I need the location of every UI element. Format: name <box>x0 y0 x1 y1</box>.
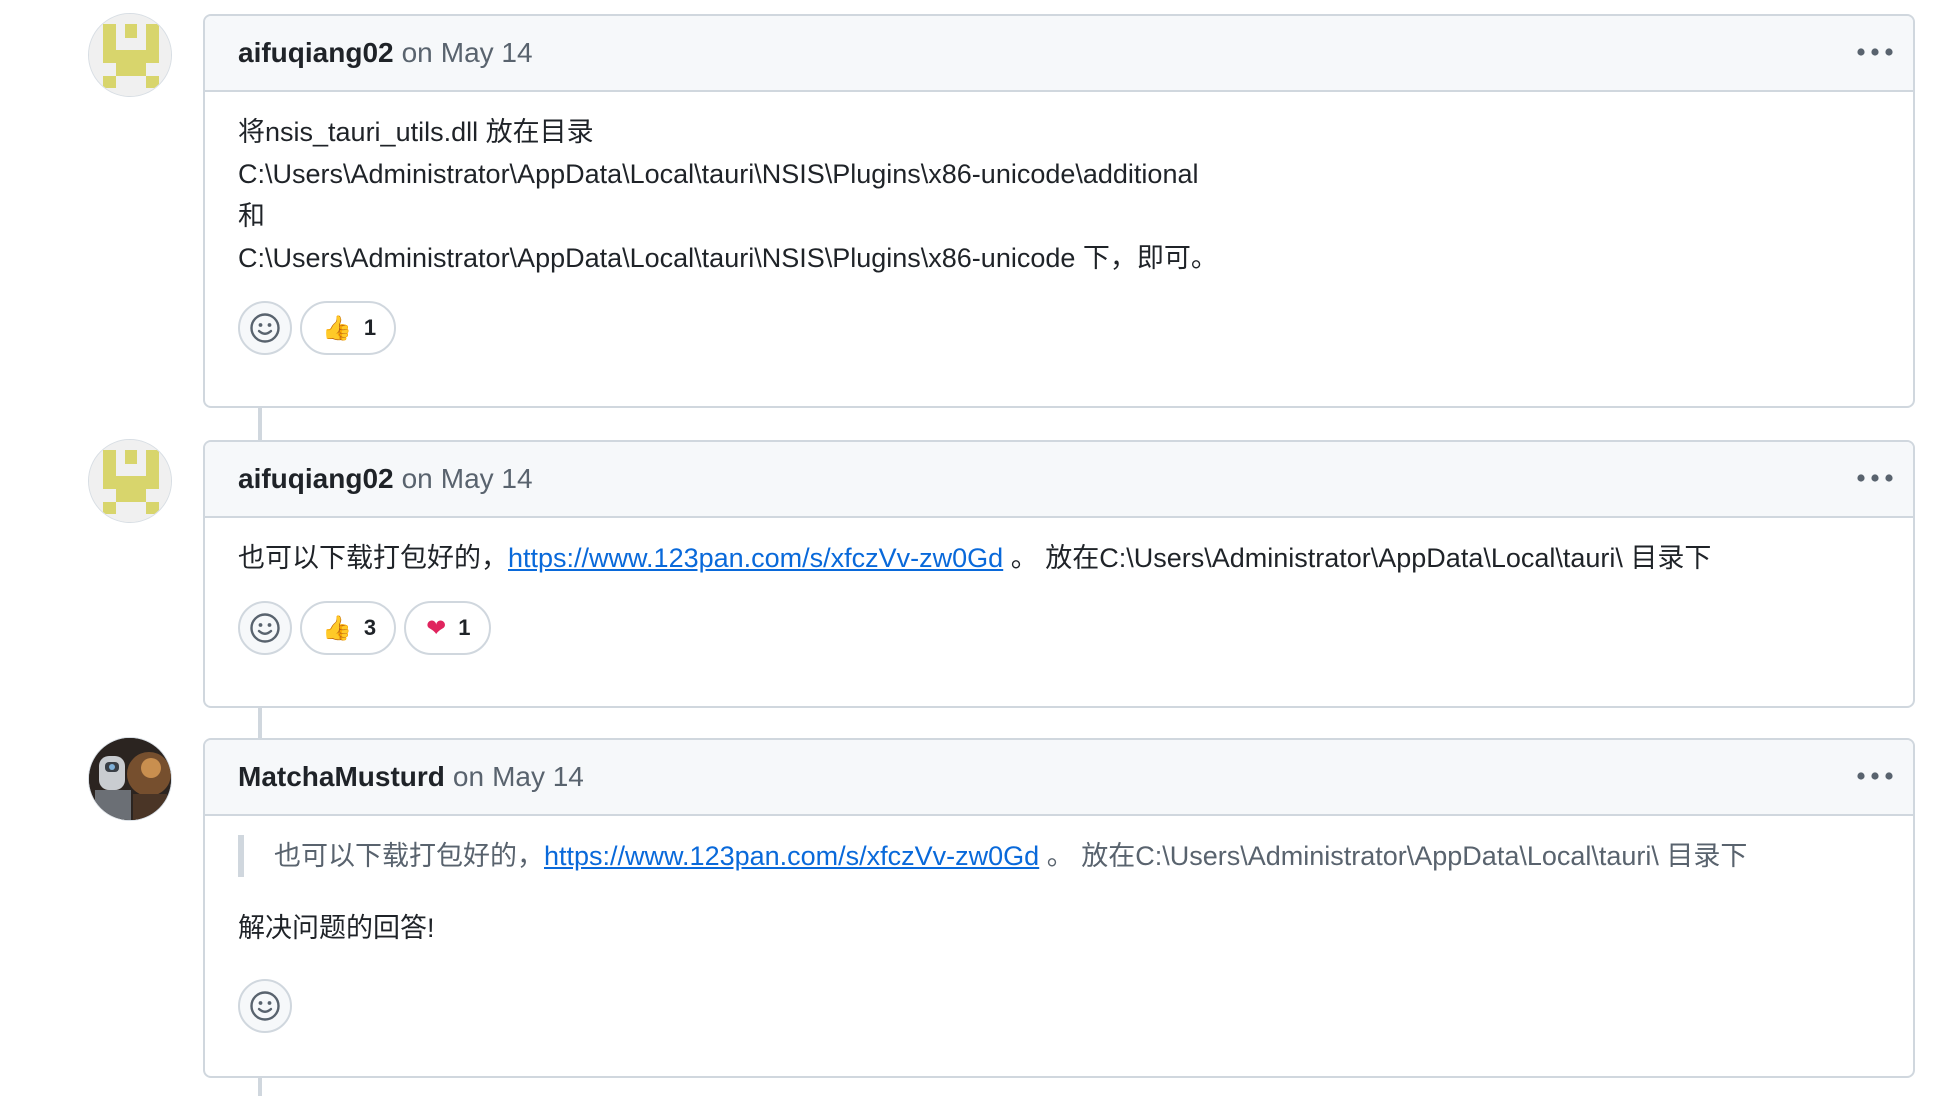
heart-icon: ❤ <box>426 614 447 642</box>
author-link[interactable]: aifuqiang02 <box>238 37 394 69</box>
comment-date[interactable]: May 14 <box>441 37 533 69</box>
comment-body: 也可以下载打包好的，https://www.123pan.com/s/xfczV… <box>205 816 1913 1033</box>
kebab-horizontal-icon <box>1857 772 1893 780</box>
comment-date[interactable]: May 14 <box>492 761 584 793</box>
body-paragraph: 也可以下载打包好的，https://www.123pan.com/s/xfczV… <box>238 537 1880 579</box>
smiley-icon <box>250 991 280 1021</box>
comment-menu-button[interactable] <box>1853 460 1897 496</box>
quoted-download-link[interactable]: https://www.123pan.com/s/xfczVv-zw0Gd <box>544 841 1039 871</box>
comment-menu-button[interactable] <box>1853 34 1897 70</box>
on-label: on <box>401 37 433 68</box>
reaction-thumbs-up-button[interactable]: 👍 3 <box>300 601 397 655</box>
reactions-bar: 👍 3 ❤ 1 <box>238 601 1880 655</box>
discussion-timeline: aifuqiang02 on May 14 将nsis_tauri_utils.… <box>0 0 1956 1096</box>
body-text-line: 和 <box>238 201 265 231</box>
on-label: on <box>401 463 433 494</box>
reaction-heart-button[interactable]: ❤ 1 <box>404 601 491 655</box>
author-link[interactable]: aifuqiang02 <box>238 463 394 495</box>
user-photo-avatar-icon <box>89 738 171 820</box>
quote-text: 也可以下载打包好的， <box>274 841 544 871</box>
comment-body: 将nsis_tauri_utils.dll 放在目录 C:\Users\Admi… <box>205 92 1913 355</box>
reaction-count: 3 <box>363 615 377 640</box>
reactions-bar <box>238 979 1880 1033</box>
comment-header: MatchaMusturd on May 14 <box>205 740 1913 816</box>
smiley-icon <box>250 613 280 643</box>
blockquote: 也可以下载打包好的，https://www.123pan.com/s/xfczV… <box>238 835 1880 877</box>
avatar[interactable] <box>88 439 172 523</box>
comment-body: 也可以下载打包好的，https://www.123pan.com/s/xfczV… <box>205 518 1913 655</box>
quote-text: 。 放在C:\Users\Administrator\AppData\Local… <box>1039 841 1748 871</box>
comment-card: aifuqiang02 on May 14 将nsis_tauri_utils.… <box>203 14 1915 408</box>
reaction-thumbs-up-button[interactable]: 👍 1 <box>300 301 397 355</box>
kebab-horizontal-icon <box>1857 474 1893 482</box>
thumbs-up-icon: 👍 <box>322 614 352 642</box>
comment-menu-button[interactable] <box>1853 758 1897 794</box>
reactions-bar: 👍 1 <box>238 301 1880 355</box>
kebab-horizontal-icon <box>1857 48 1893 56</box>
add-reaction-button[interactable] <box>238 301 292 355</box>
body-text: 也可以下载打包好的， <box>238 543 508 573</box>
on-label: on <box>452 761 485 792</box>
identicon-avatar-icon <box>89 14 171 96</box>
thumbs-up-icon: 👍 <box>322 314 352 342</box>
body-text: 。 放在C:\Users\Administrator\AppData\Local… <box>1003 543 1712 573</box>
comment-header: aifuqiang02 on May 14 <box>205 442 1913 518</box>
author-link[interactable]: MatchaMusturd <box>238 761 445 793</box>
body-text-line: C:\Users\Administrator\AppData\Local\tau… <box>238 159 1199 189</box>
identicon-avatar-icon <box>89 440 171 522</box>
body-text-line: 将nsis_tauri_utils.dll 放在目录 <box>238 117 594 147</box>
add-reaction-button[interactable] <box>238 979 292 1033</box>
comment-card: aifuqiang02 on May 14 也可以下载打包好的，https://… <box>203 440 1915 708</box>
comment-header: aifuqiang02 on May 14 <box>205 16 1913 92</box>
reaction-count: 1 <box>458 615 471 640</box>
smiley-icon <box>250 313 280 343</box>
download-link[interactable]: https://www.123pan.com/s/xfczVv-zw0Gd <box>508 543 1003 573</box>
body-text-line: C:\Users\Administrator\AppData\Local\tau… <box>238 243 1218 273</box>
reply-text: 解决问题的回答! <box>238 913 435 943</box>
comment-date[interactable]: May 14 <box>441 463 533 495</box>
reaction-count: 1 <box>363 315 377 340</box>
add-reaction-button[interactable] <box>238 601 292 655</box>
avatar[interactable] <box>88 737 172 821</box>
avatar[interactable] <box>88 13 172 97</box>
comment-card: MatchaMusturd on May 14 也可以下载打包好的，https:… <box>203 738 1915 1078</box>
